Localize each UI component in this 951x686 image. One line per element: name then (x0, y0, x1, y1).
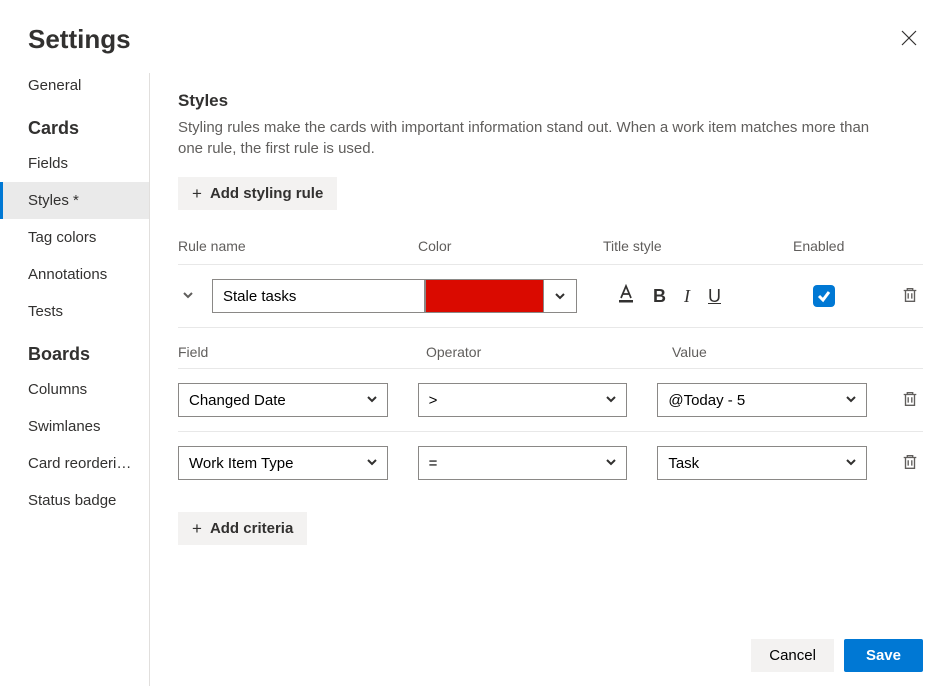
style-rule-row: B I U (178, 264, 923, 328)
criteria-value-select[interactable] (657, 383, 867, 417)
bold-button[interactable]: B (651, 284, 668, 309)
sidebar-item-annotations[interactable]: Annotations (0, 256, 149, 293)
criteria-operator-select[interactable] (418, 383, 628, 417)
color-dropdown-button[interactable] (543, 279, 577, 313)
sidebar-item-tag-colors[interactable]: Tag colors (0, 219, 149, 256)
enabled-checkbox[interactable] (813, 285, 835, 307)
sidebar-item-card-reordering[interactable]: Card reorderi… (0, 445, 149, 482)
rule-name-input[interactable] (212, 279, 425, 313)
sidebar-heading-cards: Cards (0, 104, 149, 145)
content-pane: Styles Styling rules make the cards with… (150, 73, 951, 686)
sidebar-item-columns[interactable]: Columns (0, 371, 149, 408)
plus-icon: + (192, 185, 202, 202)
plus-icon: + (192, 520, 202, 537)
chevron-down-icon (554, 290, 566, 302)
underline-button[interactable]: U (706, 284, 723, 309)
col-enabled: Enabled (793, 238, 873, 254)
col-field: Field (178, 344, 426, 360)
add-rule-label: Add styling rule (210, 185, 323, 202)
trash-icon (901, 453, 919, 471)
criteria-column-headers: Field Operator Value (178, 344, 923, 368)
sidebar-item-styles[interactable]: Styles * (0, 182, 149, 219)
rule-column-headers: Rule name Color Title style Enabled (178, 238, 923, 264)
sidebar-item-general[interactable]: General (0, 77, 149, 104)
col-title-style: Title style (603, 238, 793, 254)
dialog-title: Settings (28, 24, 131, 55)
content-heading: Styles (178, 91, 923, 111)
add-criteria-button[interactable]: + Add criteria (178, 512, 307, 545)
check-icon (817, 289, 831, 303)
save-button[interactable]: Save (844, 639, 923, 672)
content-description: Styling rules make the cards with import… (178, 117, 898, 159)
col-rule-name: Rule name (178, 238, 418, 254)
delete-criteria-button[interactable] (897, 386, 923, 415)
expand-rule-toggle[interactable] (178, 285, 198, 308)
criteria-value-select[interactable] (657, 446, 867, 480)
add-criteria-label: Add criteria (210, 520, 293, 537)
criteria-field-select[interactable] (178, 383, 388, 417)
criteria-row (178, 368, 923, 431)
sidebar-item-swimlanes[interactable]: Swimlanes (0, 408, 149, 445)
delete-rule-button[interactable] (897, 282, 923, 311)
italic-button[interactable]: I (682, 284, 692, 309)
add-styling-rule-button[interactable]: + Add styling rule (178, 177, 337, 210)
criteria-row (178, 431, 923, 494)
settings-sidebar: General Cards Fields Styles * Tag colors… (0, 73, 150, 686)
trash-icon (901, 286, 919, 304)
sidebar-item-fields[interactable]: Fields (0, 145, 149, 182)
dialog-footer: Cancel Save (723, 625, 951, 686)
sidebar-item-status-badge[interactable]: Status badge (0, 482, 149, 519)
title-style-group: B I U (615, 282, 723, 311)
criteria-field-select[interactable] (178, 446, 388, 480)
font-color-icon (617, 284, 635, 304)
color-swatch[interactable] (425, 279, 543, 313)
col-value: Value (672, 344, 923, 360)
chevron-down-icon (182, 289, 194, 301)
delete-criteria-button[interactable] (897, 449, 923, 478)
criteria-operator-select[interactable] (418, 446, 628, 480)
cancel-button[interactable]: Cancel (751, 639, 834, 672)
trash-icon (901, 390, 919, 408)
sidebar-heading-boards: Boards (0, 330, 149, 371)
close-button[interactable] (895, 24, 923, 55)
sidebar-item-tests[interactable]: Tests (0, 293, 149, 330)
col-operator: Operator (426, 344, 672, 360)
col-color: Color (418, 238, 603, 254)
font-color-button[interactable] (615, 282, 637, 311)
close-icon (901, 30, 917, 46)
